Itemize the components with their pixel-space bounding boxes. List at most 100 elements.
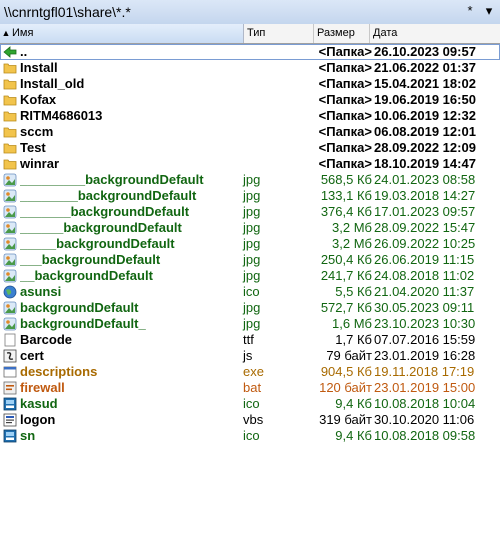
sort-up-arrow-icon: ▲	[1, 28, 11, 38]
file-date: 30.05.2023 09:11	[374, 300, 475, 315]
folder-icon	[3, 157, 17, 171]
file-row[interactable]: ______backgroundDefault jpg 3,2 Мб 28.09.20…	[0, 220, 500, 236]
image-file-icon	[3, 253, 17, 267]
globe-icon	[3, 285, 17, 299]
folder-row[interactable]: sccm <Папка> 06.08.2019 12:01	[0, 124, 500, 140]
folder-row[interactable]: Test <Папка> 28.09.2022 12:09	[0, 140, 500, 156]
file-name: ..	[20, 44, 28, 59]
file-date: 23.01.2019 16:28	[374, 348, 476, 363]
font-file-icon	[3, 333, 17, 347]
file-size: 572,7 Кб	[320, 300, 372, 315]
file-date: 10.08.2018 09:58	[374, 428, 476, 443]
file-row[interactable]: __backgroundDefault jpg 241,7 Кб 24.08.2018…	[0, 268, 500, 284]
file-row[interactable]: cert js 79 байт 23.01.2019 16:28	[0, 348, 500, 364]
file-size: <Папка>	[318, 60, 372, 75]
file-size: 133,1 Кб	[320, 188, 372, 203]
file-row[interactable]: sn ico 9,4 Кб 10.08.2018 09:58	[0, 428, 500, 444]
favorites-star-button[interactable]: *	[462, 3, 478, 19]
path-bar[interactable]: \\cnrntgfl01\share\*.* * ▾	[0, 0, 500, 25]
file-name: _________backgroundDefault	[20, 172, 204, 187]
file-name: Kofax	[20, 92, 57, 107]
up-arrow-icon	[3, 45, 17, 59]
file-row[interactable]: Barcode ttf 1,7 Кб 07.07.2016 15:59	[0, 332, 500, 348]
file-row[interactable]: asunsi ico 5,5 Кб 21.04.2020 11:37	[0, 284, 500, 300]
file-date: 23.01.2019 15:00	[374, 380, 476, 395]
file-size: <Папка>	[318, 108, 372, 123]
file-size: 376,4 Кб	[320, 204, 372, 219]
file-date: 28.09.2022 15:47	[374, 220, 476, 235]
image-file-icon	[3, 205, 17, 219]
file-size: 5,5 Кб	[335, 284, 372, 299]
file-name: Install	[20, 60, 58, 75]
file-row[interactable]: descriptions exe 904,5 Кб 19.11.2018 17:19	[0, 364, 500, 380]
exe-file-icon	[3, 365, 17, 379]
file-row[interactable]: ___backgroundDefault jpg 250,4 Кб 26.06.201…	[0, 252, 500, 268]
file-row[interactable]: _________backgroundDefault jpg 568,5 Кб 24.…	[0, 172, 500, 188]
file-row[interactable]: kasud ico 9,4 Кб 10.08.2018 10:04	[0, 396, 500, 412]
file-date: 18.10.2019 14:47	[374, 156, 476, 171]
file-name: RITM4686013	[20, 108, 103, 123]
column-size-header[interactable]: Размер	[314, 24, 370, 43]
parent-dir-row[interactable]: .. <Папка> 26.10.2023 09:57	[0, 44, 500, 60]
image-file-icon	[3, 173, 17, 187]
file-name: Test	[20, 140, 46, 155]
file-name: sccm	[20, 124, 54, 139]
file-row[interactable]: _____backgroundDefault jpg 3,2 Мб 26.09.202…	[0, 236, 500, 252]
image-file-icon	[3, 237, 17, 251]
column-type-label: Тип	[247, 27, 266, 39]
folder-icon	[3, 125, 17, 139]
file-size: 3,2 Мб	[332, 220, 372, 235]
file-size: 1,7 Кб	[335, 332, 372, 347]
file-name: cert	[20, 348, 44, 363]
folder-row[interactable]: winrar <Папка> 18.10.2019 14:47	[0, 156, 500, 172]
file-row[interactable]: _______backgroundDefault jpg 376,4 Кб 17.01…	[0, 204, 500, 220]
column-type-header[interactable]: Тип	[244, 24, 314, 43]
folder-row[interactable]: Kofax <Папка> 19.06.2019 16:50	[0, 92, 500, 108]
column-date-header[interactable]: Дата	[370, 24, 500, 43]
file-size: 9,4 Кб	[335, 428, 372, 443]
file-row[interactable]: logon vbs 319 байт 30.10.2020 11:06	[0, 412, 500, 428]
folder-icon	[3, 109, 17, 123]
file-row[interactable]: firewall bat 120 байт 23.01.2019 15:00	[0, 380, 500, 396]
file-row[interactable]: backgroundDefault_ jpg 1,6 Мб 23.10.2023 10…	[0, 316, 500, 332]
file-size: 3,2 Мб	[332, 236, 372, 251]
file-row[interactable]: ________backgroundDefault jpg 133,1 Кб 19.0…	[0, 188, 500, 204]
file-size: 241,7 Кб	[320, 268, 372, 283]
app-ico-icon	[3, 397, 17, 411]
column-date-label: Дата	[373, 27, 398, 39]
column-header: ▲ Имя Тип Размер Дата	[0, 24, 500, 44]
history-dropdown-button[interactable]: ▾	[481, 3, 497, 19]
file-size: 9,4 Кб	[335, 396, 372, 411]
file-size: 79 байт	[326, 348, 372, 363]
app-ico-icon	[3, 429, 17, 443]
file-size: 1,6 Мб	[332, 316, 372, 331]
file-date: 15.04.2021 18:02	[374, 76, 476, 91]
file-date: 17.01.2023 09:57	[374, 204, 476, 219]
folder-icon	[3, 77, 17, 91]
file-date: 19.06.2019 16:50	[374, 92, 476, 107]
file-name: ________backgroundDefault	[20, 188, 197, 203]
folder-row[interactable]: RITM4686013 <Папка> 10.06.2019 12:32	[0, 108, 500, 124]
file-date: 10.08.2018 10:04	[374, 396, 476, 411]
file-row[interactable]: backgroundDefault jpg 572,7 Кб 30.05.2023 0…	[0, 300, 500, 316]
column-name-header[interactable]: ▲ Имя	[0, 24, 244, 43]
folder-row[interactable]: Install <Папка> 21.06.2022 01:37	[0, 60, 500, 76]
image-file-icon	[3, 317, 17, 331]
folder-icon	[3, 141, 17, 155]
file-size: 568,5 Кб	[320, 172, 372, 187]
column-name-label: Имя	[12, 27, 34, 39]
file-name: ______backgroundDefault	[20, 220, 182, 235]
current-path[interactable]: \\cnrntgfl01\share\*.*	[4, 4, 131, 20]
file-name: __backgroundDefault	[20, 268, 153, 283]
file-name: winrar	[20, 156, 60, 171]
file-name: firewall	[20, 380, 65, 395]
file-name: sn	[20, 428, 36, 443]
file-size: <Папка>	[318, 156, 372, 171]
file-name: logon	[20, 412, 56, 427]
file-name: Install_old	[20, 76, 85, 91]
file-date: 26.10.2023 09:57	[374, 44, 476, 59]
folder-row[interactable]: Install_old <Папка> 15.04.2021 18:02	[0, 76, 500, 92]
file-size: <Папка>	[318, 124, 372, 139]
file-date: 19.11.2018 17:19	[374, 364, 475, 379]
file-date: 06.08.2019 12:01	[374, 124, 476, 139]
